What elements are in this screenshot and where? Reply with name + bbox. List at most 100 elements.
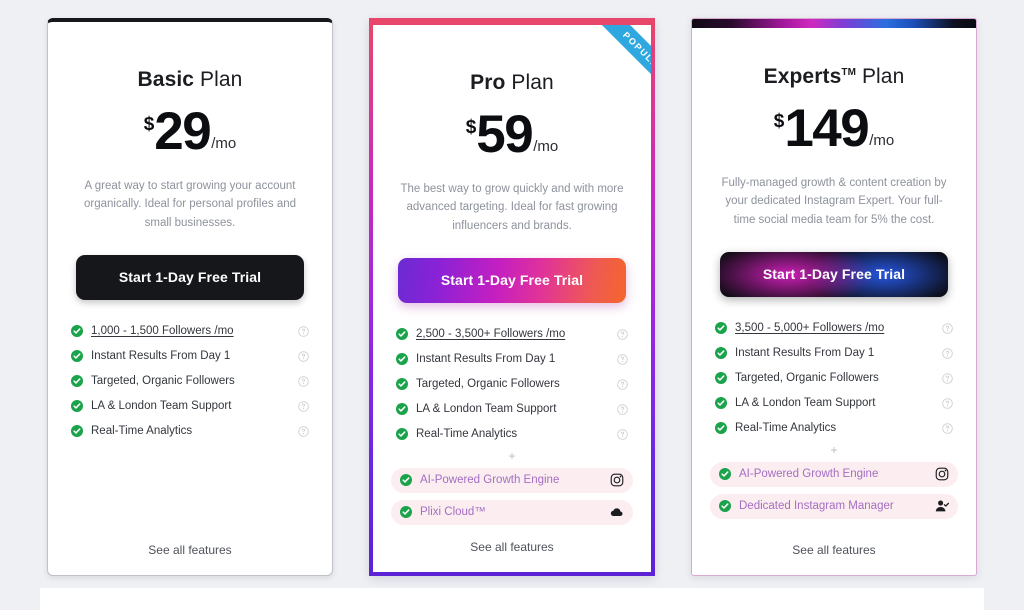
bonus-feature-item: AI-Powered Growth Engine <box>391 467 633 493</box>
help-circle-icon[interactable] <box>942 372 953 384</box>
check-circle-icon <box>71 400 83 413</box>
feature-label: Targeted, Organic Followers <box>735 372 879 385</box>
instagram-icon <box>610 473 624 487</box>
check-circle-icon <box>715 422 727 435</box>
help-circle-icon[interactable] <box>298 325 309 337</box>
feature-label: Targeted, Organic Followers <box>91 375 235 388</box>
popular-ribbon-label: POPULAR <box>583 25 651 114</box>
check-circle-icon <box>715 322 727 335</box>
see-all-features-link[interactable]: See all features <box>148 543 231 557</box>
price-currency: $ <box>465 117 477 138</box>
check-circle-icon <box>400 474 412 487</box>
check-circle-icon <box>396 353 408 366</box>
check-circle-icon <box>71 375 83 388</box>
pricing-plans-row: Basic Plan $29/mo A great way to start gro… <box>0 0 1024 588</box>
feature-label: 2,500 - 3,500+ Followers /mo <box>416 328 566 341</box>
feature-label: Real-Time Analytics <box>735 422 837 435</box>
bonus-feature-item: AI-Powered Growth Engine <box>710 461 958 487</box>
see-all-features-link[interactable]: See all features <box>792 543 875 557</box>
start-free-trial-button[interactable]: Start 1-Day Free Trial <box>720 251 948 297</box>
plan-title-rest: Plan <box>861 65 905 88</box>
feature-item: 3,500 - 5,000+ Followers /mo <box>710 317 958 340</box>
price-period: /mo <box>869 131 895 149</box>
feature-item: Instant Results From Day 1 <box>391 348 633 371</box>
feature-item: Targeted, Organic Followers <box>710 367 958 390</box>
bonus-feature-list: AI-Powered Growth Engine Plixi Cloud™ <box>391 467 633 532</box>
check-circle-icon <box>719 500 731 513</box>
plan-card-pro: POPULAR Pro Plan $59/mo The best way to gro… <box>369 18 655 576</box>
help-circle-icon[interactable] <box>298 350 309 362</box>
price-period: /mo <box>211 134 237 152</box>
feature-item: Targeted, Organic Followers <box>66 370 314 393</box>
feature-item: 1,000 - 1,500 Followers /mo <box>66 320 314 343</box>
bonus-feature-label: AI-Powered Growth Engine <box>420 474 560 487</box>
feature-label: LA & London Team Support <box>416 403 557 416</box>
feature-item: LA & London Team Support <box>710 392 958 415</box>
feature-label: Targeted, Organic Followers <box>416 378 560 391</box>
feature-item: Instant Results From Day 1 <box>66 345 314 368</box>
feature-label: LA & London Team Support <box>735 397 876 410</box>
plan-description: Fully-managed growth & content creation … <box>721 176 947 226</box>
help-circle-icon[interactable] <box>617 428 628 440</box>
check-circle-icon <box>400 506 412 519</box>
help-circle-icon[interactable] <box>298 375 309 387</box>
bonus-feature-list: AI-Powered Growth Engine Dedicated Instag… <box>710 461 958 526</box>
check-circle-icon <box>396 378 408 391</box>
feature-list: 3,500 - 5,000+ Followers /mo Instant Resu… <box>710 317 958 442</box>
feature-list: 1,000 - 1,500 Followers /mo Instant Resul… <box>66 320 314 445</box>
start-free-trial-button[interactable]: Start 1-Day Free Trial <box>76 254 304 300</box>
start-free-trial-button[interactable]: Start 1-Day Free Trial <box>398 257 626 303</box>
plan-title-bold: Experts <box>763 65 842 88</box>
feature-item: Real-Time Analytics <box>66 420 314 443</box>
help-circle-icon[interactable] <box>942 422 953 434</box>
plan-price: $149/mo <box>773 99 895 158</box>
plan-card-basic: Basic Plan $29/mo A great way to start gro… <box>47 18 333 576</box>
help-circle-icon[interactable] <box>617 403 628 415</box>
feature-label: Real-Time Analytics <box>416 428 518 441</box>
plan-card-experts: ExpertsTM Plan $149/mo Fully-managed growt… <box>691 18 977 576</box>
price-period: /mo <box>533 137 559 155</box>
plus-separator: + <box>830 442 838 457</box>
help-circle-icon[interactable] <box>942 397 953 409</box>
feature-item: LA & London Team Support <box>391 398 633 421</box>
feature-label: LA & London Team Support <box>91 400 232 413</box>
plan-title-bold: Basic <box>137 68 195 91</box>
check-circle-icon <box>71 325 83 338</box>
feature-label: 3,500 - 5,000+ Followers /mo <box>735 322 885 335</box>
price-currency: $ <box>773 111 785 132</box>
feature-label: Instant Results From Day 1 <box>416 353 556 366</box>
check-circle-icon <box>396 428 408 441</box>
help-circle-icon[interactable] <box>617 378 628 390</box>
page-bottom-strip <box>40 588 984 610</box>
person-check-icon <box>935 500 949 512</box>
help-circle-icon[interactable] <box>617 353 628 365</box>
help-circle-icon[interactable] <box>617 328 628 340</box>
feature-item: LA & London Team Support <box>66 395 314 418</box>
price-amount: 29 <box>154 102 211 161</box>
cloud-icon <box>610 508 623 517</box>
feature-item: Instant Results From Day 1 <box>710 342 958 365</box>
help-circle-icon[interactable] <box>942 347 953 359</box>
see-all-features-link[interactable]: See all features <box>470 540 553 554</box>
feature-label: Instant Results From Day 1 <box>91 350 231 363</box>
check-circle-icon <box>396 328 408 341</box>
help-circle-icon[interactable] <box>942 322 953 334</box>
bonus-feature-item: Plixi Cloud™ <box>391 499 633 525</box>
plan-title-rest: Plan <box>511 71 554 94</box>
check-circle-icon <box>71 350 83 363</box>
plan-title: Basic Plan <box>138 68 243 92</box>
bonus-feature-label: Dedicated Instagram Manager <box>739 500 894 513</box>
help-circle-icon[interactable] <box>298 425 309 437</box>
check-circle-icon <box>396 403 408 416</box>
plan-title-trademark: TM <box>841 67 856 78</box>
experts-gradient-topbar <box>692 19 976 28</box>
price-amount: 149 <box>784 99 869 158</box>
bonus-feature-item: Dedicated Instagram Manager <box>710 493 958 519</box>
help-circle-icon[interactable] <box>298 400 309 412</box>
plan-price: $59/mo <box>465 108 559 161</box>
plan-title-bold: Pro <box>470 71 506 94</box>
feature-list: 2,500 - 3,500+ Followers /mo Instant Resu… <box>391 323 633 448</box>
feature-label: Instant Results From Day 1 <box>735 347 875 360</box>
plan-title: ExpertsTM Plan <box>764 65 905 89</box>
plan-title: Pro Plan <box>470 71 554 95</box>
